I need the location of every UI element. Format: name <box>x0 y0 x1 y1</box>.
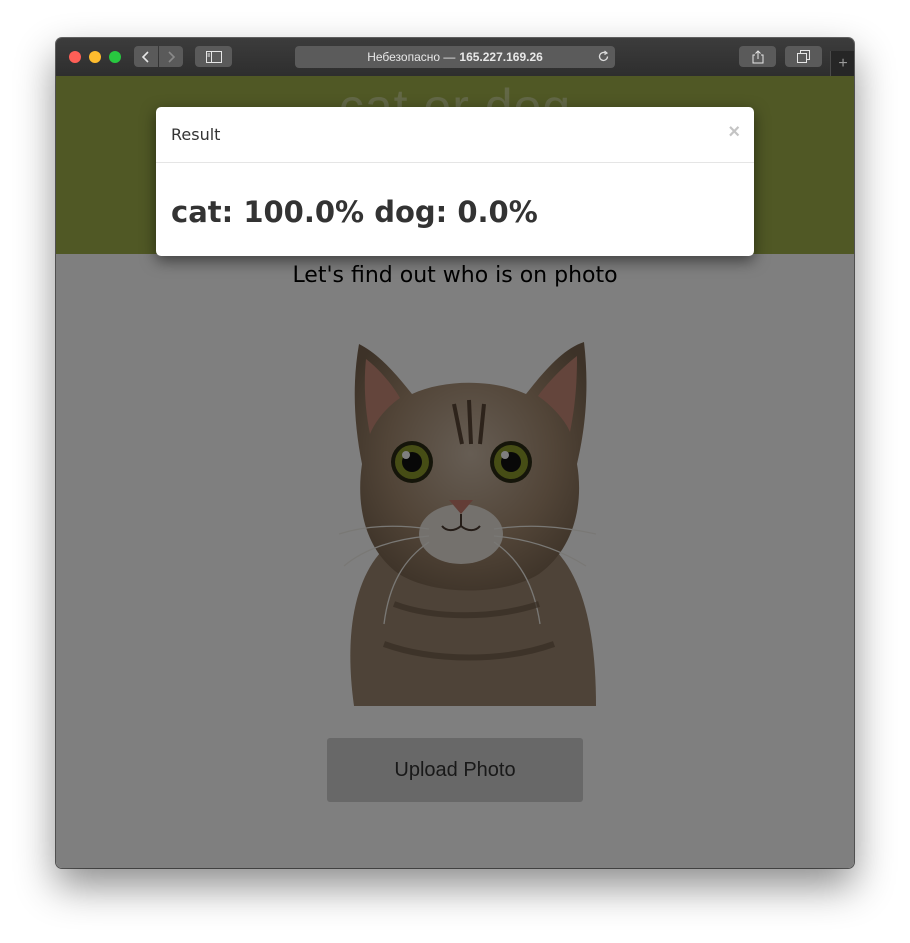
address-host: 165.227.169.26 <box>459 50 543 64</box>
title-bar: Небезопасно — 165.227.169.26 + <box>56 38 854 77</box>
tabs-icon <box>797 50 810 63</box>
modal-header: Result × <box>156 107 754 163</box>
back-button[interactable] <box>134 46 158 67</box>
modal-title: Result <box>171 125 221 144</box>
forward-button[interactable] <box>159 46 183 67</box>
tabs-overview-button[interactable] <box>785 46 822 67</box>
address-bar[interactable]: Небезопасно — 165.227.169.26 <box>295 46 615 68</box>
close-window-button[interactable] <box>69 51 81 63</box>
share-button[interactable] <box>739 46 776 67</box>
sidebar-icon <box>205 50 222 63</box>
minimize-window-button[interactable] <box>89 51 101 63</box>
close-icon[interactable]: × <box>728 121 740 144</box>
address-security-label: Небезопасно — <box>367 50 456 64</box>
back-icon <box>141 50 149 63</box>
result-text: cat: 100.0% dog: 0.0% <box>171 195 538 229</box>
browser-window: Небезопасно — 165.227.169.26 + cat or do… <box>56 38 854 868</box>
reload-icon[interactable] <box>597 50 610 63</box>
share-icon <box>752 49 763 63</box>
forward-icon <box>168 50 176 63</box>
new-tab-button[interactable]: + <box>830 51 854 76</box>
result-modal: Result × cat: 100.0% dog: 0.0% <box>156 107 754 256</box>
page-content: cat or dog Let's find out who is on phot… <box>56 76 854 868</box>
sidebar-toggle-button[interactable] <box>195 46 232 67</box>
zoom-window-button[interactable] <box>109 51 121 63</box>
